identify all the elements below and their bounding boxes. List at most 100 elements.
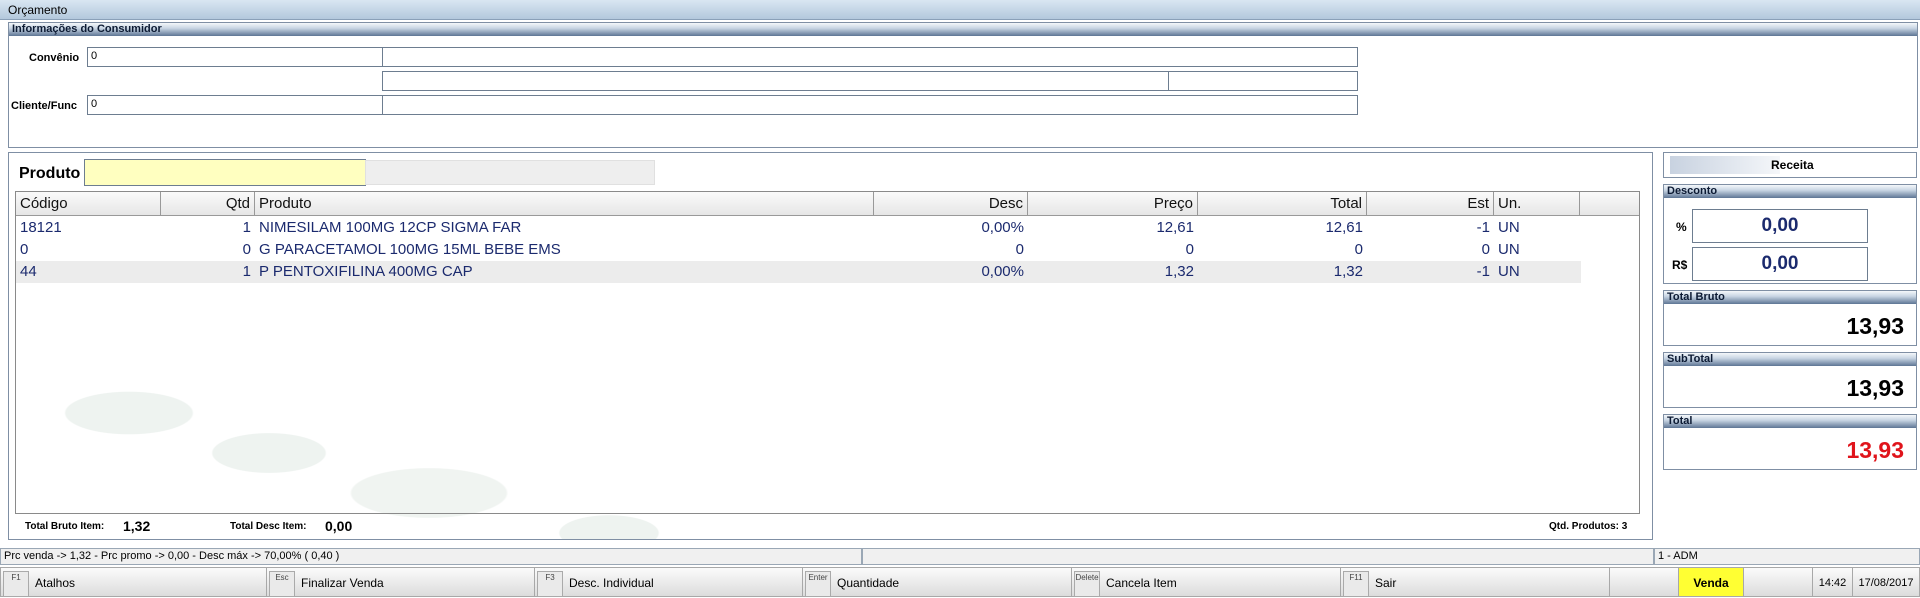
consumer-panel: Informações do Consumidor Convênio 0 Cli… <box>8 22 1918 148</box>
fkey-quantidade-button[interactable]: Enter Quantidade <box>802 567 1072 597</box>
total-panel: Total 13,93 <box>1663 414 1917 470</box>
col-total[interactable]: Total <box>1198 192 1367 216</box>
fkey-f1-key: F1 <box>3 571 29 597</box>
convenio-code-field[interactable]: 0 <box>87 47 385 67</box>
window-title-bar: Orçamento <box>0 0 1920 20</box>
table-row-selected[interactable]: 44 1 P PENTOXIFILINA 400MG CAP 0,00% 1,3… <box>16 261 1581 283</box>
convenio-label: Convênio <box>29 52 80 64</box>
produto-description-display <box>365 160 655 185</box>
col-un[interactable]: Un. <box>1494 192 1580 216</box>
cell-produto: NIMESILAM 100MG 12CP SIGMA FAR <box>259 219 522 236</box>
items-grid[interactable]: Código Qtd Produto Desc Preço Total Est … <box>15 191 1640 514</box>
cell-qtd: 0 <box>242 241 251 258</box>
desconto-panel: Desconto % 0,00 R$ 0,00 <box>1663 184 1917 284</box>
product-panel: Produto Código Qtd Produto Desc Preço To… <box>8 152 1653 540</box>
cell-preco: 12,61 <box>1156 219 1194 236</box>
table-row[interactable]: 0 0 G PARACETAMOL 100MG 15ML BEBE EMS 0 … <box>16 239 1581 261</box>
address-field[interactable] <box>382 71 1174 91</box>
fkey-desc-individual-label: Desc. Individual <box>569 576 654 590</box>
produto-label: Produto <box>19 165 81 182</box>
fkey-sair-label: Sair <box>1375 576 1397 590</box>
cell-qtd: 1 <box>242 219 251 236</box>
desconto-pct-label: % <box>1676 220 1687 234</box>
qtd-produtos: Qtd. Produtos: 3 <box>1549 521 1628 532</box>
desconto-pct-field[interactable]: 0,00 <box>1692 209 1868 243</box>
fkey-blank-2 <box>1743 567 1813 597</box>
subtotal-value: 13,93 <box>1846 375 1904 401</box>
desconto-rs-field[interactable]: 0,00 <box>1692 247 1868 281</box>
total-bruto-item-value: 1,32 <box>123 518 151 534</box>
cell-total: 12,61 <box>1325 219 1363 236</box>
total-bruto-header: Total Bruto <box>1664 291 1916 304</box>
cell-un: UN <box>1498 241 1520 258</box>
table-row[interactable]: 18121 1 NIMESILAM 100MG 12CP SIGMA FAR 0… <box>16 217 1581 239</box>
cell-est: -1 <box>1476 263 1490 280</box>
total-bruto-value: 13,93 <box>1846 313 1904 339</box>
fkey-blank <box>1609 567 1679 597</box>
produto-input[interactable] <box>84 159 366 186</box>
total-desc-item-value: 0,00 <box>325 518 353 534</box>
fkey-quantidade-label: Quantidade <box>837 576 900 590</box>
fkey-f11-key: F11 <box>1343 571 1369 597</box>
cliente-label: Cliente/Func <box>11 100 78 112</box>
cell-est: -1 <box>1476 219 1490 236</box>
consumer-panel-header: Informações do Consumidor <box>9 23 1917 36</box>
cell-produto: P PENTOXIFILINA 400MG CAP <box>259 263 473 280</box>
total-bruto-item-label: Total Bruto Item: <box>25 521 105 532</box>
cell-est: 0 <box>1481 241 1490 258</box>
col-qtd[interactable]: Qtd <box>161 192 255 216</box>
fkey-atalhos-button[interactable]: F1 Atalhos <box>0 567 267 597</box>
fkey-finalizar-venda-label: Finalizar Venda <box>301 576 384 590</box>
status-user: 1 - ADM <box>1654 548 1920 565</box>
cell-codigo: 0 <box>20 241 29 258</box>
fkey-cancela-item-label: Cancela Item <box>1106 576 1177 590</box>
convenio-name-field[interactable] <box>382 47 1358 67</box>
status-price-info: Prc venda -> 1,32 - Prc promo -> 0,00 - … <box>0 548 862 565</box>
receita-button[interactable]: Receita <box>1663 152 1917 178</box>
status-middle <box>862 548 1654 565</box>
window-title: Orçamento <box>8 3 68 17</box>
cliente-name-field[interactable] <box>382 95 1358 115</box>
total-header: Total <box>1664 415 1916 428</box>
cliente-code-field[interactable]: 0 <box>87 95 385 115</box>
fkey-finalizar-venda-button[interactable]: Esc Finalizar Venda <box>266 567 535 597</box>
fkey-desc-individual-button[interactable]: F3 Desc. Individual <box>534 567 803 597</box>
grid-header: Código Qtd Produto Desc Preço Total Est … <box>16 192 1639 216</box>
fkey-cancela-item-button[interactable]: Delete Cancela Item <box>1071 567 1341 597</box>
cell-desc: 0 <box>1015 241 1024 258</box>
cell-preco: 1,32 <box>1164 263 1194 280</box>
cell-desc: 0,00% <box>981 263 1024 280</box>
cell-produto: G PARACETAMOL 100MG 15ML BEBE EMS <box>259 241 561 258</box>
cell-desc: 0,00% <box>981 219 1024 236</box>
cell-un: UN <box>1498 219 1520 236</box>
clock-date: 17/08/2017 <box>1852 567 1920 597</box>
total-value: 13,93 <box>1846 437 1904 463</box>
col-preco[interactable]: Preço <box>1028 192 1198 216</box>
fkey-atalhos-label: Atalhos <box>35 576 76 590</box>
clock-time: 14:42 <box>1812 567 1853 597</box>
subtotal-panel: SubTotal 13,93 <box>1663 352 1917 408</box>
col-produto[interactable]: Produto <box>255 192 874 216</box>
cell-total: 1,32 <box>1333 263 1363 280</box>
fkey-delete-key: Delete <box>1074 571 1100 597</box>
fkey-sair-button[interactable]: F11 Sair <box>1340 567 1610 597</box>
col-desc[interactable]: Desc <box>874 192 1028 216</box>
cell-codigo: 18121 <box>20 219 62 236</box>
total-desc-item-label: Total Desc Item: <box>230 521 307 532</box>
fkey-esc-key: Esc <box>269 571 295 597</box>
subtotal-header: SubTotal <box>1664 353 1916 366</box>
address-extra-field[interactable] <box>1168 71 1358 91</box>
total-bruto-panel: Total Bruto 13,93 <box>1663 290 1917 346</box>
fkey-f3-key: F3 <box>537 571 563 597</box>
mode-indicator: Venda <box>1678 567 1744 597</box>
fkey-enter-key: Enter <box>805 571 831 597</box>
receita-button-shade <box>1670 156 1780 174</box>
col-codigo[interactable]: Código <box>16 192 161 216</box>
cell-un: UN <box>1498 263 1520 280</box>
cell-qtd: 1 <box>242 263 251 280</box>
desconto-rs-label: R$ <box>1672 258 1688 272</box>
cell-total: 0 <box>1354 241 1363 258</box>
cell-preco: 0 <box>1185 241 1194 258</box>
cell-codigo: 44 <box>20 263 37 280</box>
col-est[interactable]: Est <box>1367 192 1494 216</box>
